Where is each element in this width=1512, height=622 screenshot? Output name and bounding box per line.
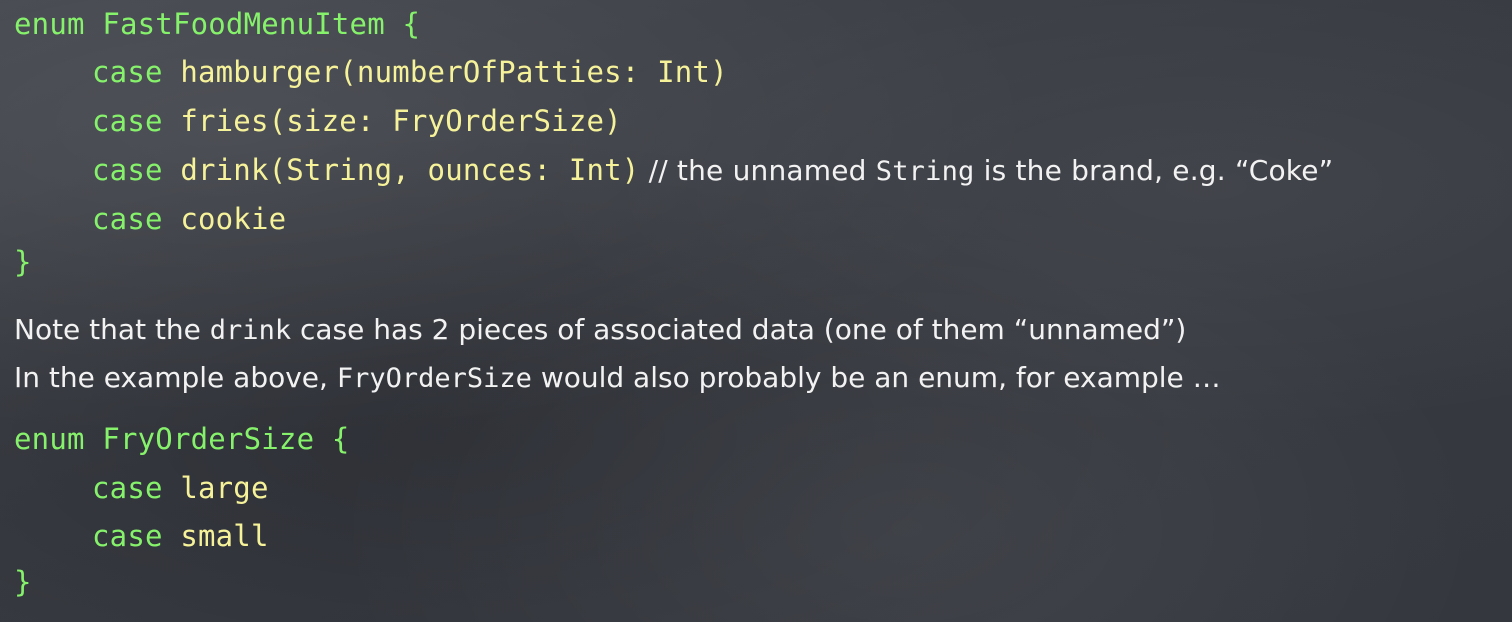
case-hamburger: hamburger(numberOfPatties: Int): [180, 55, 728, 89]
code-line-case-large: case large: [92, 466, 269, 510]
enum-name-fastfood: FastFoodMenuItem {: [102, 7, 421, 41]
comment-code-string: String: [875, 156, 975, 187]
keyword-case: case: [92, 104, 181, 138]
keyword-enum: enum: [14, 422, 103, 456]
keyword-case: case: [92, 153, 181, 187]
slide: enum FastFoodMenuItem { case hamburger(n…: [0, 0, 1512, 622]
code-line-case-small: case small: [92, 514, 269, 558]
note-line-1: Note that the drink case has 2 pieces of…: [14, 308, 1186, 352]
note-text: case has 2 pieces of associated data (on…: [291, 313, 1187, 346]
case-fries: fries(size: FryOrderSize): [180, 104, 622, 138]
code-closing-brace: }: [14, 565, 32, 599]
code-line-case-drink: case drink(String, ounces: Int) // the u…: [92, 148, 1333, 192]
code-line-case-fries: case fries(size: FryOrderSize): [92, 99, 622, 143]
note-text: would also probably be an enum, for exam…: [531, 361, 1221, 394]
case-large: large: [180, 471, 269, 505]
note-code-drink: drink: [209, 315, 292, 346]
keyword-case: case: [92, 202, 181, 236]
keyword-case: case: [92, 519, 181, 553]
enum-name-fryordersize: FryOrderSize {: [102, 422, 350, 456]
case-drink: drink(String, ounces: Int): [180, 153, 640, 187]
case-small: small: [180, 519, 269, 553]
comment-suffix: is the brand, e.g. “Coke”: [974, 154, 1334, 187]
keyword-case: case: [92, 55, 181, 89]
keyword-enum: enum: [14, 7, 103, 41]
note-code-fryordersize: FryOrderSize: [336, 363, 532, 394]
code-closing-brace: }: [14, 245, 32, 279]
code-line-enum-fryordersize: enum FryOrderSize {: [14, 417, 350, 461]
code-line-case-cookie: case cookie: [92, 197, 286, 241]
code-line-case-hamburger: case hamburger(numberOfPatties: Int): [92, 50, 728, 94]
note-text: Note that the: [14, 313, 210, 346]
note-line-2: In the example above, FryOrderSize would…: [14, 356, 1221, 400]
comment-prefix: // the unnamed: [639, 154, 876, 187]
case-cookie: cookie: [180, 202, 287, 236]
keyword-case: case: [92, 471, 181, 505]
code-line-enum-fastfood: enum FastFoodMenuItem {: [14, 2, 420, 46]
note-text: In the example above,: [14, 361, 337, 394]
